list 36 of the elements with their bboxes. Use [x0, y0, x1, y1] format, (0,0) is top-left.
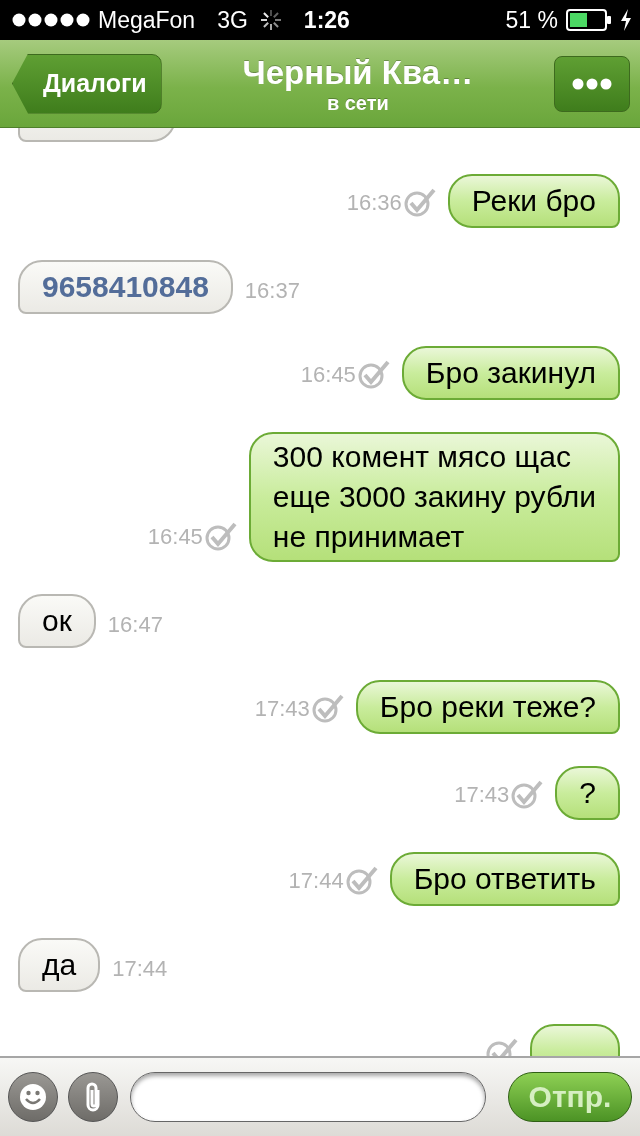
battery-percent: 51 % [505, 7, 558, 33]
signal-icon [12, 13, 90, 27]
message-bubble: да [18, 938, 101, 992]
back-button[interactable]: Диалоги [12, 53, 162, 114]
more-icon [572, 77, 612, 90]
message-time: 16:37 [244, 278, 300, 304]
message-time: 16:45 [300, 362, 356, 388]
carrier-name: MegaFon [98, 7, 196, 33]
message-input-field[interactable] [130, 1072, 486, 1122]
attach-button[interactable] [68, 1072, 118, 1122]
message-bubble: Бро реки теже? [355, 680, 620, 734]
battery-icon [566, 9, 612, 31]
message-time: 16:47 [107, 612, 163, 638]
clock-time: 1:26 [303, 7, 350, 33]
emoji-button[interactable] [8, 1072, 58, 1122]
more-button[interactable] [554, 55, 630, 112]
message-bubble: Бро ответить [389, 852, 620, 906]
phone-link[interactable]: 9658410848 [18, 260, 233, 314]
message-time: 16:36 [346, 190, 402, 216]
message-bubble: ? [555, 766, 620, 820]
message-time: 17:44 [112, 956, 168, 982]
contact-status: в сети [326, 91, 389, 114]
smiley-icon [18, 1082, 48, 1112]
activity-spinner-icon [259, 9, 282, 31]
message-time: 17:43 [454, 782, 510, 808]
message-bubble: ок [18, 594, 96, 648]
message-time: 17:44 [288, 868, 344, 894]
message-time: 16:45 [147, 524, 203, 550]
charging-icon [620, 9, 632, 31]
message-time: 17:43 [254, 696, 310, 722]
send-button[interactable]: Отпр. [508, 1072, 632, 1122]
chat-title: Черный Ква… [242, 53, 474, 92]
message-bubble: Бро закинул [401, 346, 620, 400]
message-bubble: 300 комент мясо щас еще 3000 закину рубли не принимает [248, 432, 620, 562]
message-bubble: Реки бро [447, 174, 620, 228]
network-type: 3G [217, 7, 248, 33]
